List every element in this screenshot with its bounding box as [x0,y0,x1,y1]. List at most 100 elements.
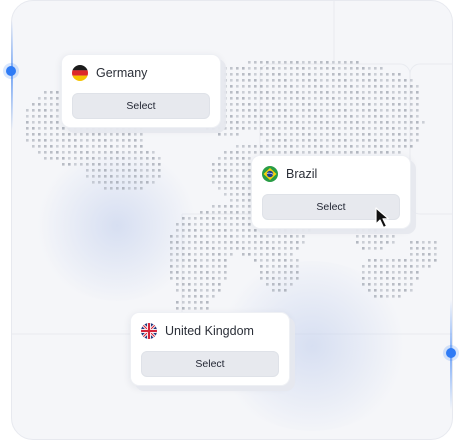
map-dot [236,205,239,208]
map-dot [278,127,281,130]
map-dot [86,133,89,136]
map-dot [224,229,227,232]
map-dot [278,289,281,292]
country-name: Germany [96,66,148,80]
map-dot [242,127,245,130]
map-dot [278,265,281,268]
map-dot [386,271,389,274]
map-dot [320,91,323,94]
map-dot [188,241,191,244]
map-dot [212,259,215,262]
map-dot [386,133,389,136]
map-dot [278,97,281,100]
map-dot [266,67,269,70]
map-dot [62,151,65,154]
map-dot [44,145,47,148]
map-dot [182,301,185,304]
map-dot [230,211,233,214]
map-dot [248,121,251,124]
map-dot [404,277,407,280]
map-dot [338,121,341,124]
map-dot [236,217,239,220]
map-dot [44,97,47,100]
map-dot [284,109,287,112]
map-dot [182,217,185,220]
map-dot [410,271,413,274]
map-dot [302,85,305,88]
map-dot [386,115,389,118]
map-dot [230,205,233,208]
map-dot [224,97,227,100]
mouse-cursor-icon [375,207,390,229]
map-dot [368,85,371,88]
map-dot [296,109,299,112]
map-dot [350,85,353,88]
map-dot [278,235,281,238]
map-dot [398,271,401,274]
map-dot [278,133,281,136]
map-dot [356,103,359,106]
map-dot [224,259,227,262]
map-dot [410,109,413,112]
map-dot [266,259,269,262]
edge-marker-dot [446,348,456,358]
map-dot [314,115,317,118]
map-dot [50,103,53,106]
map-dot [182,229,185,232]
map-dot [272,253,275,256]
map-dot [374,133,377,136]
select-button-germany[interactable]: Select [72,93,210,119]
country-card-united-kingdom: United Kingdom Select [130,312,290,386]
map-dot [332,121,335,124]
map-dot [224,91,227,94]
map-dot [314,85,317,88]
map-dot [290,139,293,142]
select-button-united-kingdom[interactable]: Select [141,351,279,377]
map-dot [290,277,293,280]
map-dot [236,115,239,118]
map-dot [374,139,377,142]
map-dot [230,91,233,94]
map-dot [224,115,227,118]
map-dot [128,145,131,148]
map-dot [344,103,347,106]
map-dot [242,229,245,232]
map-dot [212,211,215,214]
map-dot [350,67,353,70]
map-dot [422,241,425,244]
map-dot [410,85,413,88]
map-dot [158,169,161,172]
map-dot [326,85,329,88]
map-dot [38,145,41,148]
map-dot [392,259,395,262]
map-dot [194,229,197,232]
map-dot [344,139,347,142]
map-dot [110,169,113,172]
map-dot [38,151,41,154]
map-dot [386,85,389,88]
map-dot [386,91,389,94]
map-dot [368,139,371,142]
map-dot [296,61,299,64]
map-dot [212,277,215,280]
map-dot [308,115,311,118]
map-dot [32,109,35,112]
map-dot [302,115,305,118]
map-dot [272,277,275,280]
map-dot [146,163,149,166]
map-dot [416,127,419,130]
map-dot [332,85,335,88]
map-dot [218,229,221,232]
map-dot [398,277,401,280]
map-dot [290,271,293,274]
map-dot [134,175,137,178]
map-dot [404,91,407,94]
map-dot [218,289,221,292]
map-dot [218,157,221,160]
map-dot [212,295,215,298]
map-dot [254,91,257,94]
map-dot [56,121,59,124]
map-dot [80,145,83,148]
map-dot [314,73,317,76]
map-dot [416,241,419,244]
